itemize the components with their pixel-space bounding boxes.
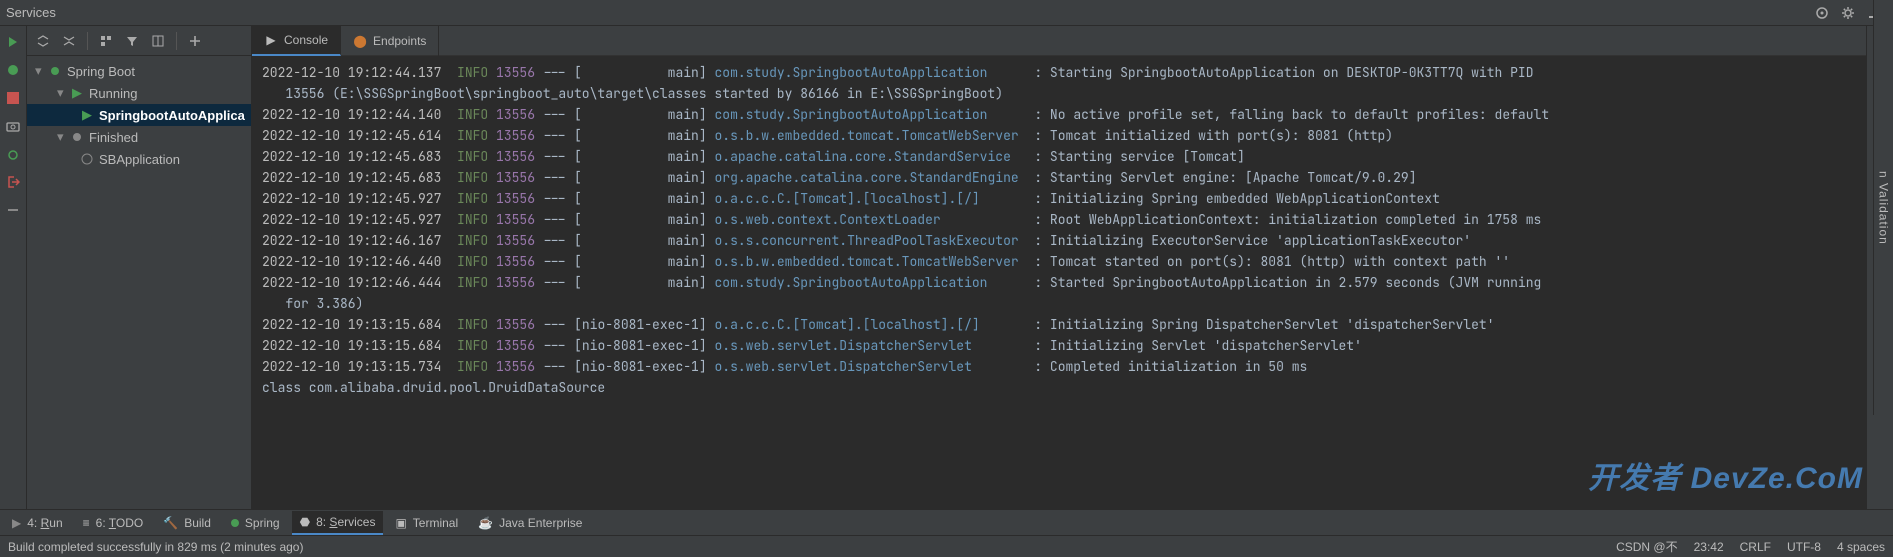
stop-icon[interactable] — [3, 88, 23, 108]
services-icon: ⬣ — [300, 515, 310, 529]
status-line-sep[interactable]: CRLF — [1740, 540, 1771, 554]
btab-spring[interactable]: Spring — [223, 511, 288, 535]
tab-label: Console — [284, 33, 328, 47]
rerun-icon[interactable] — [3, 32, 23, 52]
tree-running[interactable]: ▾▶Running — [27, 82, 251, 104]
play-icon: ▶ — [69, 85, 85, 101]
services-tree-panel: ▾Spring Boot ▾▶Running ▶SpringbootAutoAp… — [27, 26, 252, 509]
tree-app-running[interactable]: ▶ SpringbootAutoApplica — [27, 104, 251, 126]
panel-title: Services — [6, 5, 56, 20]
endpoints-icon: ⬤ — [353, 34, 367, 48]
status-csdn: CSDN @不 — [1616, 538, 1678, 555]
content-tabs: ▶ Console ⬤ Endpoints — [252, 26, 1866, 56]
expand-all-icon[interactable] — [33, 31, 53, 51]
status-bar: Build completed successfully in 829 ms (… — [0, 535, 1893, 557]
play-icon: ▶ — [79, 107, 95, 123]
left-toolbar — [0, 26, 27, 509]
tree-label: Finished — [89, 130, 138, 145]
btab-terminal[interactable]: ▣Terminal — [387, 511, 466, 535]
tab-console[interactable]: ▶ Console — [252, 26, 341, 56]
services-header: Services — [0, 0, 1893, 26]
status-message: Build completed successfully in 829 ms (… — [8, 540, 303, 554]
hammer-icon: 🔨 — [163, 516, 178, 530]
spring-leaf-icon — [79, 151, 95, 167]
exit-icon[interactable] — [3, 172, 23, 192]
tree-toolbar — [27, 26, 251, 56]
target-icon[interactable] — [1809, 0, 1835, 26]
services-tree: ▾Spring Boot ▾▶Running ▶SpringbootAutoAp… — [27, 56, 251, 509]
console-icon: ▶ — [264, 33, 278, 47]
gray-dot-icon — [69, 129, 85, 145]
right-edge-tab[interactable]: n Validation — [1873, 0, 1893, 415]
status-indent[interactable]: 4 spaces — [1837, 540, 1885, 554]
debug-icon[interactable] — [3, 60, 23, 80]
content-area: ▶ Console ⬤ Endpoints 2022-12-10 19:12:44.… — [252, 26, 1866, 509]
tree-label: Spring Boot — [67, 64, 135, 79]
minus-icon[interactable] — [3, 200, 23, 220]
tree-finished[interactable]: ▾Finished — [27, 126, 251, 148]
status-position[interactable]: 23:42 — [1694, 540, 1724, 554]
filter-icon[interactable] — [122, 31, 142, 51]
btab-run[interactable]: ▶4: Run — [4, 511, 71, 535]
camera-icon[interactable] — [3, 116, 23, 136]
collapse-all-icon[interactable] — [59, 31, 79, 51]
tree-spring-boot[interactable]: ▾Spring Boot — [27, 60, 251, 82]
add-icon[interactable] — [185, 31, 205, 51]
btab-todo[interactable]: ≡6: TODO — [75, 511, 152, 535]
tree-label: SpringbootAutoApplica — [99, 108, 245, 123]
btab-services[interactable]: ⬣8: Services — [292, 511, 384, 535]
tab-endpoints[interactable]: ⬤ Endpoints — [341, 26, 439, 56]
tree-label: Running — [89, 86, 137, 101]
play-icon: ▶ — [12, 516, 21, 530]
bug-attach-icon[interactable] — [3, 144, 23, 164]
gear-icon[interactable] — [1835, 0, 1861, 26]
tab-label: Endpoints — [373, 34, 426, 48]
java-icon: ☕ — [478, 516, 493, 530]
btab-build[interactable]: 🔨Build — [155, 511, 219, 535]
spring-icon — [47, 63, 63, 79]
spring-icon — [231, 516, 239, 530]
group-icon[interactable] — [96, 31, 116, 51]
list-icon: ≡ — [83, 516, 90, 530]
btab-java-ee[interactable]: ☕Java Enterprise — [470, 511, 590, 535]
layout-icon[interactable] — [148, 31, 168, 51]
bottom-tool-tabs: ▶4: Run ≡6: TODO 🔨Build Spring ⬣8: Servi… — [0, 509, 1893, 535]
status-encoding[interactable]: UTF-8 — [1787, 540, 1821, 554]
tree-app-finished[interactable]: SBApplication — [27, 148, 251, 170]
console-output[interactable]: 2022-12-10 19:12:44.137 INFO 13556 --- [… — [252, 56, 1866, 509]
terminal-icon: ▣ — [395, 516, 406, 530]
tree-label: SBApplication — [99, 152, 180, 167]
